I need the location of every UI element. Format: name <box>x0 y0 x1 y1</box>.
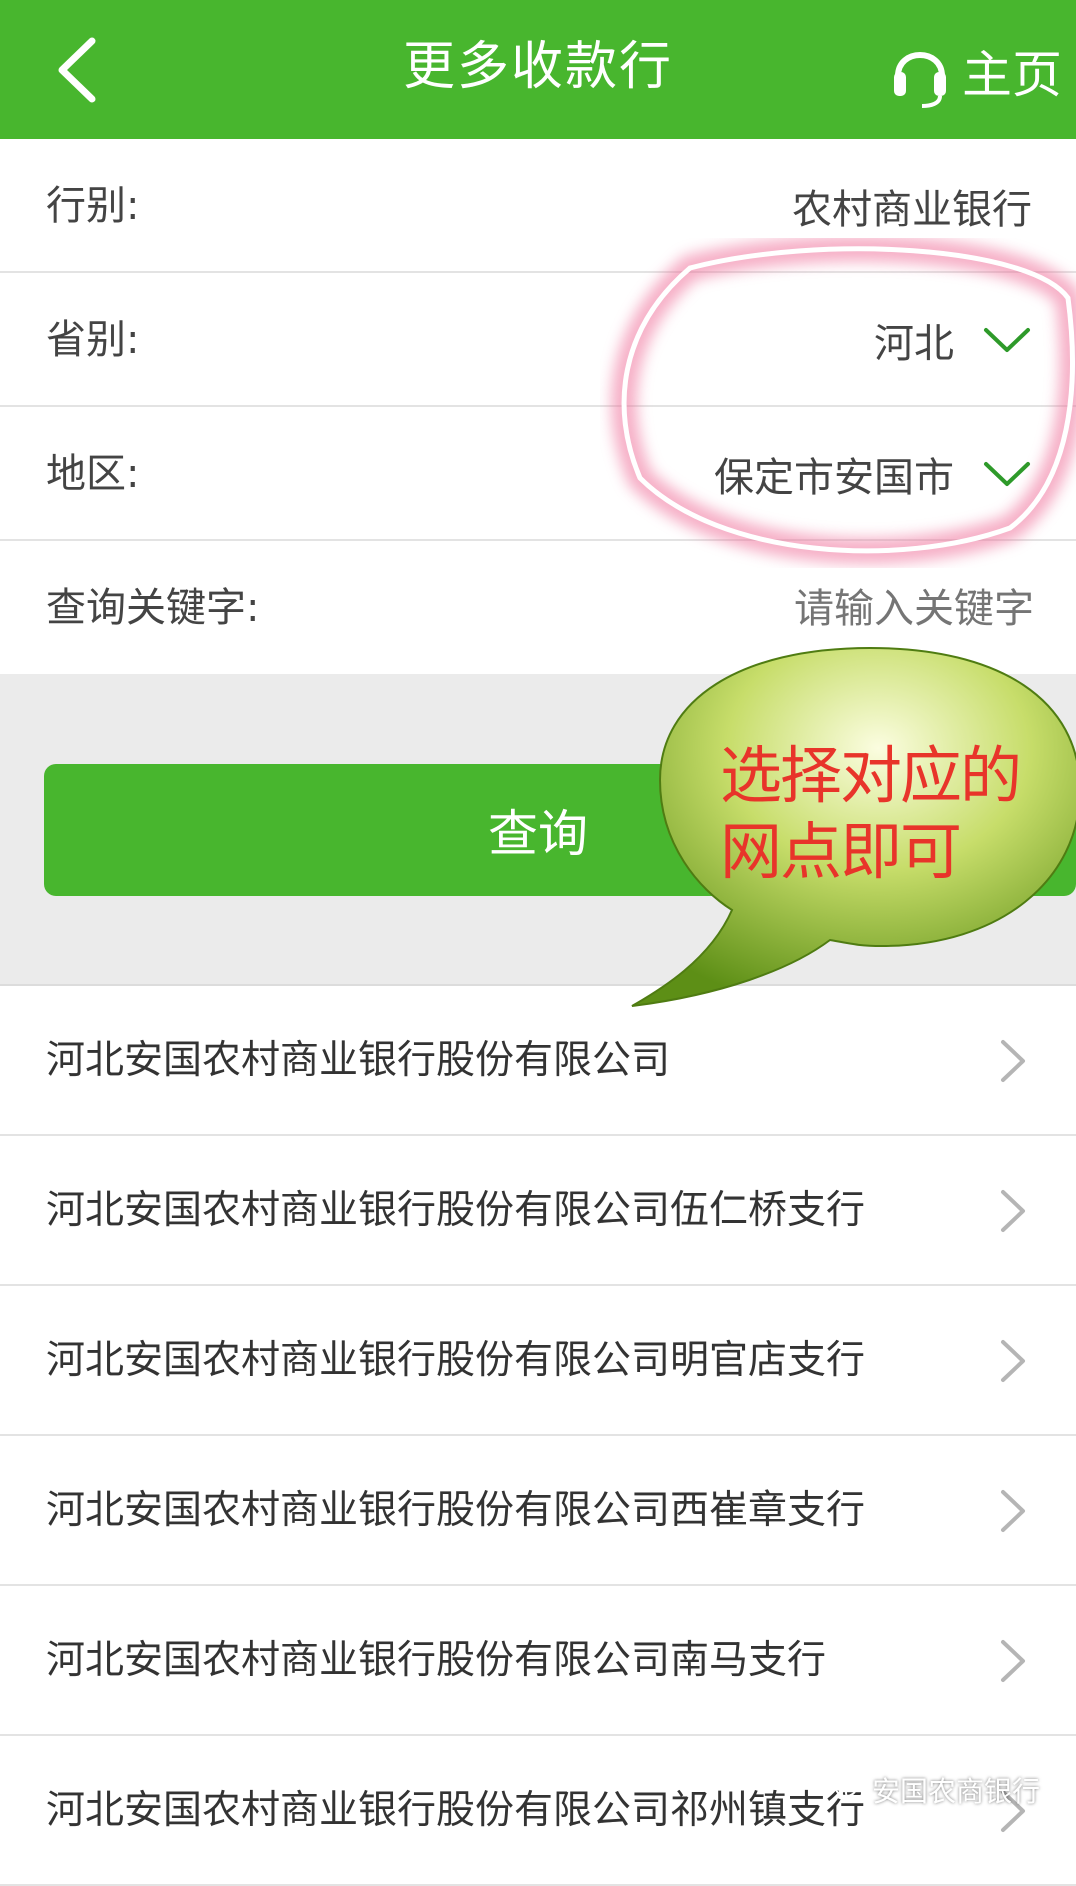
chevron-right-icon <box>1001 1190 1025 1232</box>
province-row[interactable]: 省别: 河北 <box>0 273 1076 407</box>
search-form: 行别: 农村商业银行 省别: 河北 地区: 保定市安国市 查询关键字: <box>0 139 1076 677</box>
keyword-label: 查询关键字: <box>46 585 260 631</box>
keyword-row: 查询关键字: <box>0 541 1076 677</box>
bank-type-value-wrap: 农村商业银行 <box>792 139 1032 273</box>
back-button[interactable] <box>36 28 116 112</box>
list-item[interactable]: 河北安国农村商业银行股份有限公司南马支行 <box>0 1586 1076 1736</box>
headset-icon <box>894 52 946 108</box>
button-area: 查询 <box>0 674 1076 986</box>
chevron-right-icon <box>1001 1040 1025 1082</box>
home-label: 主页 <box>962 46 1062 104</box>
watermark-text: 安国农商银行 <box>871 1775 1040 1808</box>
top-bar: 更多收款行 主页 <box>0 0 1076 139</box>
chevron-right-icon <box>1001 1490 1025 1532</box>
chevron-down-icon <box>984 328 1030 352</box>
home-button[interactable]: 主页 <box>892 26 1062 116</box>
branch-name: 河北安国农村商业银行股份有限公司西崔章支行 <box>46 1488 866 1533</box>
chevron-left-icon <box>58 37 96 103</box>
branch-name: 河北安国农村商业银行股份有限公司南马支行 <box>46 1638 827 1683</box>
region-row[interactable]: 地区: 保定市安国市 <box>0 407 1076 541</box>
province-select[interactable]: 河北 <box>874 273 1032 407</box>
chevron-right-icon <box>1001 1640 1025 1682</box>
province-label: 省别: <box>46 317 140 363</box>
bank-type-label: 行别: <box>46 183 140 229</box>
branch-name: 河北安国农村商业银行股份有限公司祁州镇支行 <box>46 1788 866 1833</box>
wechat-icon <box>834 1779 863 1800</box>
list-item[interactable]: 河北安国农村商业银行股份有限公司明官店支行 <box>0 1286 1076 1436</box>
bank-type-value: 农村商业银行 <box>792 187 1032 233</box>
chevron-down-icon <box>984 462 1030 486</box>
region-label: 地区: <box>46 451 140 497</box>
query-button[interactable]: 查询 <box>44 764 1076 896</box>
list-item[interactable]: 河北安国农村商业银行股份有限公司伍仁桥支行 <box>0 1136 1076 1286</box>
chevron-right-icon <box>1001 1340 1025 1382</box>
keyword-input[interactable] <box>732 541 1036 677</box>
list-item[interactable]: 河北安国农村商业银行股份有限公司西崔章支行 <box>0 1436 1076 1586</box>
branch-list: 河北安国农村商业银行股份有限公司 河北安国农村商业银行股份有限公司伍仁桥支行 河… <box>0 986 1076 1886</box>
region-value: 保定市安国市 <box>714 455 954 501</box>
region-select[interactable]: 保定市安国市 <box>714 407 1032 541</box>
list-item[interactable]: 河北安国农村商业银行股份有限公司祁州镇支行 <box>0 1736 1076 1886</box>
branch-name: 河北安国农村商业银行股份有限公司伍仁桥支行 <box>46 1188 866 1233</box>
bank-type-row: 行别: 农村商业银行 <box>0 139 1076 273</box>
branch-name: 河北安国农村商业银行股份有限公司 <box>46 1038 671 1083</box>
watermark: 安国农商银行 <box>834 1770 1040 1810</box>
province-value: 河北 <box>874 321 954 367</box>
branch-name: 河北安国农村商业银行股份有限公司明官店支行 <box>46 1338 866 1383</box>
list-item[interactable]: 河北安国农村商业银行股份有限公司 <box>0 986 1076 1136</box>
